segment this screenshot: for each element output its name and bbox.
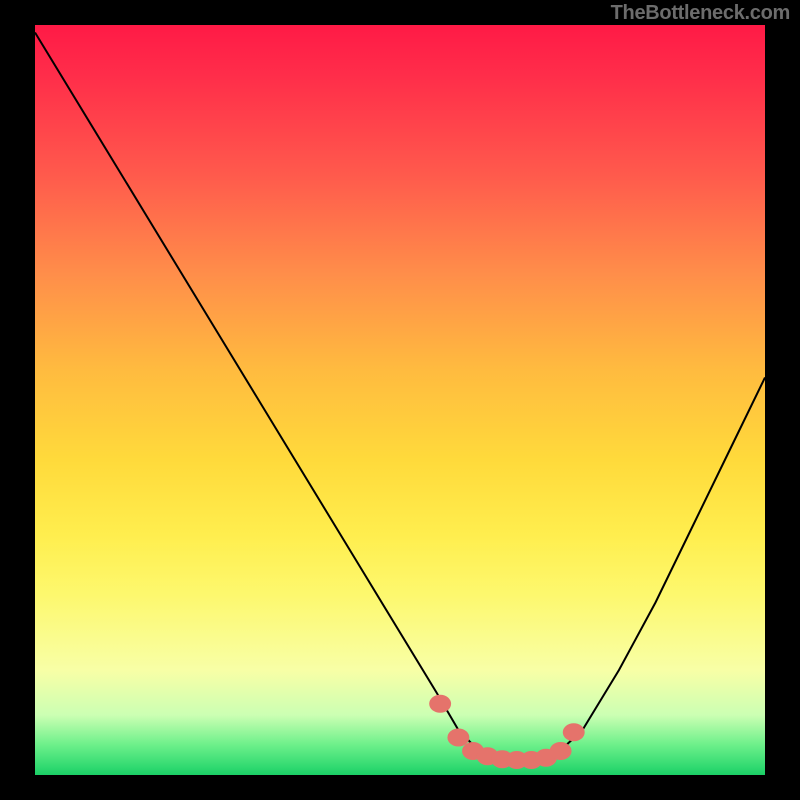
marker-dot	[563, 723, 585, 741]
marker-dot	[447, 729, 469, 747]
bottom-mask	[0, 775, 800, 800]
marker-dot	[429, 695, 451, 713]
marker-dot	[550, 742, 572, 760]
bottleneck-curve	[35, 33, 765, 761]
attribution-text: TheBottleneck.com	[611, 2, 790, 25]
plot-area	[35, 25, 765, 775]
chart-frame: TheBottleneck.com	[0, 0, 800, 800]
chart-svg	[35, 25, 765, 775]
optimal-band-markers	[429, 695, 584, 769]
